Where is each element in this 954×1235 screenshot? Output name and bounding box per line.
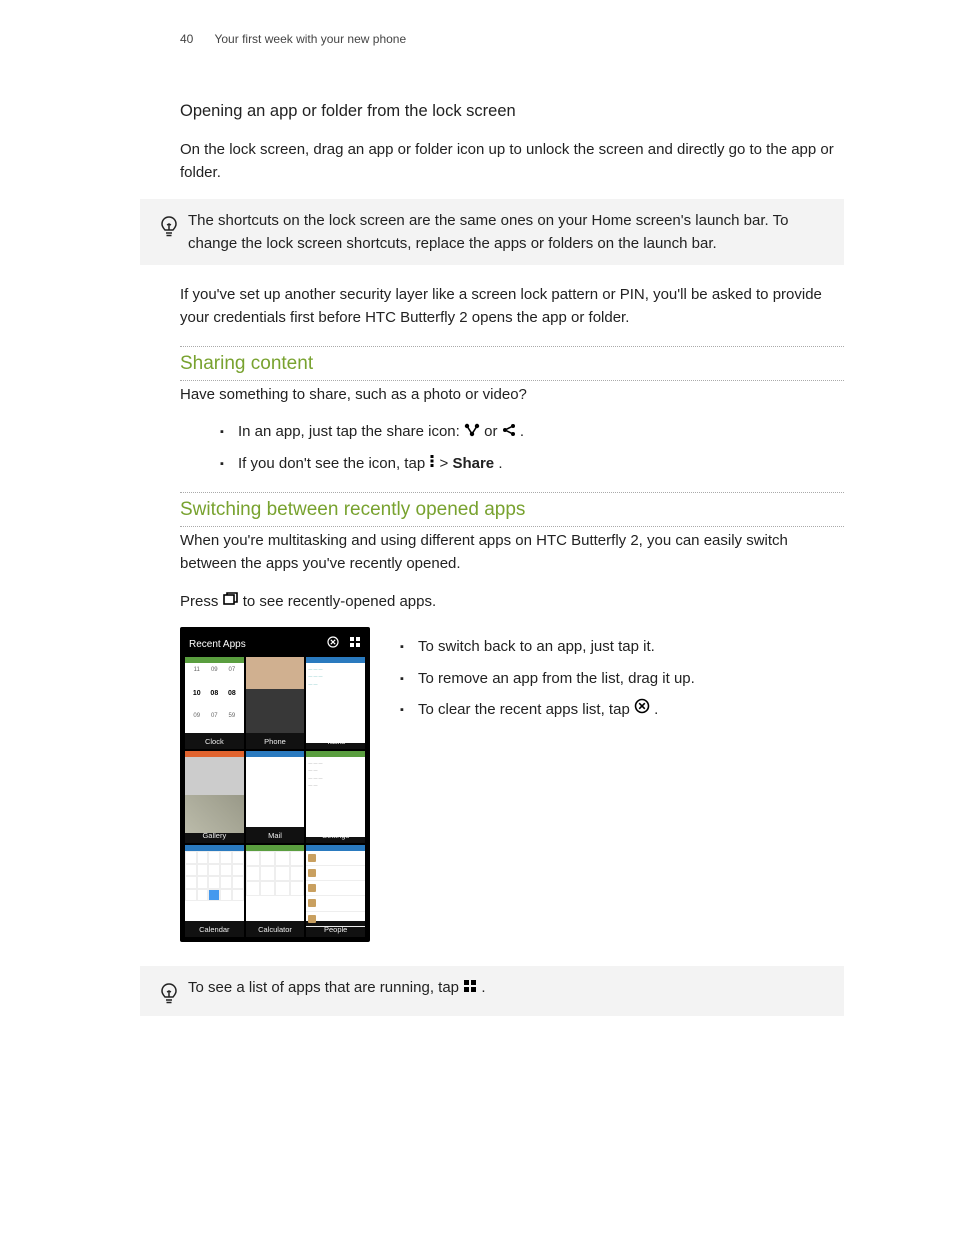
divider xyxy=(180,380,844,381)
divider xyxy=(180,492,844,493)
section1-title: Opening an app or folder from the lock s… xyxy=(180,99,844,125)
section3-p2: Press to see recently-opened apps. xyxy=(180,590,844,614)
section1-p1: On the lock screen, drag an app or folde… xyxy=(180,138,844,185)
section1-tip: The shortcuts on the lock screen are the… xyxy=(140,199,844,266)
screenshot-title: Recent Apps xyxy=(189,637,246,653)
section3-title: Switching between recently opened apps xyxy=(180,495,844,524)
apps-grid-icon xyxy=(349,636,361,653)
recent-apps-button-icon xyxy=(223,590,239,613)
app-label: Mail xyxy=(246,827,305,844)
clear-all-icon xyxy=(327,636,339,653)
section3-li1: To switch back to an app, just tap it. xyxy=(400,635,844,658)
section3-tip: To see a list of apps that are running, … xyxy=(140,966,844,1016)
section3-li3: To clear the recent apps list, tap . xyxy=(400,698,844,722)
share-v-icon xyxy=(464,421,480,444)
share-android-icon xyxy=(502,421,516,444)
section1-p2: If you've set up another security layer … xyxy=(180,283,844,330)
section2-p1: Have something to share, such as a photo… xyxy=(180,383,844,406)
section1-tip-text: The shortcuts on the lock screen are the… xyxy=(188,209,826,256)
lightbulb-icon xyxy=(150,976,188,1006)
page-number: 40 xyxy=(180,32,193,46)
section3-list: To switch back to an app, just tap it. T… xyxy=(400,635,844,721)
section3-li2: To remove an app from the list, drag it … xyxy=(400,667,844,690)
section2-title: Sharing content xyxy=(180,349,844,378)
divider xyxy=(180,346,844,347)
page-header-text: Your first week with your new phone xyxy=(214,32,406,46)
clear-circle-icon xyxy=(634,698,650,721)
section2-li1: In an app, just tap the share icon: or xyxy=(220,420,844,444)
section2-li2: If you don't see the icon, tap > Share . xyxy=(220,452,844,476)
app-label: Phone xyxy=(246,733,305,750)
overflow-menu-icon xyxy=(429,452,435,475)
recent-apps-screenshot: Recent Apps 110907100808090759Clock Phon… xyxy=(180,627,370,942)
section2-list: In an app, just tap the share icon: or xyxy=(220,420,844,475)
page-header: 40 Your first week with your new phone xyxy=(180,30,844,49)
lightbulb-icon xyxy=(150,209,188,239)
apps-grid-icon xyxy=(463,977,477,1000)
divider xyxy=(180,526,844,527)
section3-tip-text: To see a list of apps that are running, … xyxy=(188,976,826,1000)
section3-p1: When you're multitasking and using diffe… xyxy=(180,529,844,576)
